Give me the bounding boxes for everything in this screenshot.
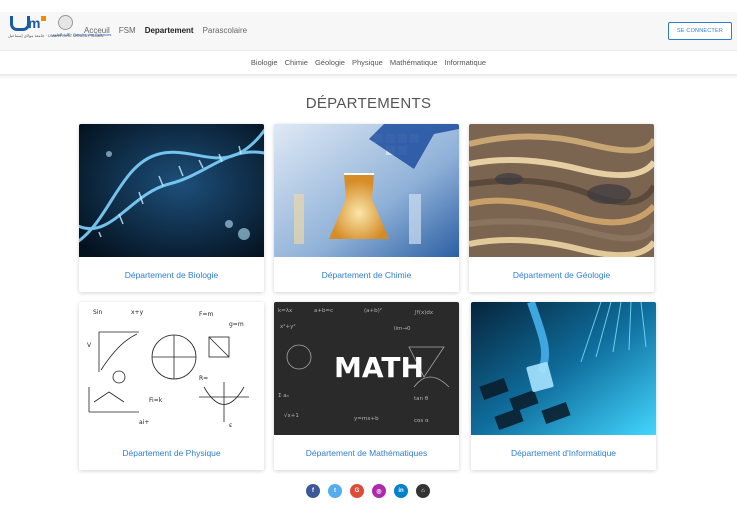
github-icon[interactable]: ⌂ [416,484,430,498]
svg-text:Σ aₙ: Σ aₙ [278,393,289,399]
linkedin-icon[interactable]: in [394,484,408,498]
svg-text:F=m: F=m [199,311,213,318]
card-physique[interactable]: Sin x+y F=m g=m R= Fi=k ai+ ε V Département de… [79,302,264,470]
twitter-icon[interactable]: t [328,484,342,498]
card-chimie[interactable]: Département de Chimie [274,124,459,292]
subnav-divider [0,74,737,79]
rock-strata-image[interactable] [469,124,654,257]
svg-text:R=: R= [199,375,208,382]
subnav-chimie[interactable]: Chimie [285,58,308,67]
svg-text:x²+y²: x²+y² [280,323,296,330]
card-caption-physique[interactable]: Département de Physique [79,435,264,470]
top-navbar: m جامعة مولاي إسماعيل · UNIVERSITÉ MOULA… [0,12,737,51]
main-nav: Acceuil FSM Departement Parascolaire [84,26,247,35]
subnav-mathematique[interactable]: Mathématique [390,58,438,67]
subnav-physique[interactable]: Physique [352,58,383,67]
svg-text:k=λx: k=λx [278,308,293,314]
nav-acceuil[interactable]: Acceuil [84,26,110,35]
card-informatique[interactable]: Département d'Informatique [471,302,656,470]
network-cable-image[interactable] [471,302,656,435]
subnav-biologie[interactable]: Biologie [251,58,278,67]
card-caption-geologie[interactable]: Département de Géologie [469,257,654,292]
nav-departement[interactable]: Departement [145,26,194,35]
svg-text:x+y: x+y [131,309,144,316]
svg-text:ε: ε [229,422,232,429]
card-caption-biologie[interactable]: Département de Biologie [79,257,264,292]
svg-text:g=m: g=m [229,321,244,328]
facebook-icon[interactable]: f [306,484,320,498]
svg-text:√x+1: √x+1 [284,412,299,419]
svg-text:Fi=k: Fi=k [149,397,163,404]
subnav-informatique[interactable]: Informatique [444,58,486,67]
svg-text:a+b=c: a+b=c [314,308,333,314]
svg-text:cos α: cos α [414,418,429,424]
google-icon[interactable]: G [350,484,364,498]
chemistry-flask-image[interactable] [274,124,459,257]
physics-sketch-image[interactable]: Sin x+y F=m g=m R= Fi=k ai+ ε V [79,302,264,435]
svg-text:tan θ: tan θ [414,396,429,402]
page-title: DÉPARTEMENTS [305,95,432,112]
card-caption-mathematiques[interactable]: Département de Mathématiques [274,435,459,470]
svg-text:ai+: ai+ [139,419,149,426]
card-mathematiques[interactable]: k=λx a+b=c (a+b)² ∫f(x)dx x²+y² lim→0 Σ aₙ ta… [274,302,459,470]
svg-text:Sin: Sin [93,309,102,316]
math-word: MATH [334,351,424,384]
nav-parascolaire[interactable]: Parascolaire [203,26,247,35]
card-geologie[interactable]: Département de Géologie [469,124,654,292]
card-caption-informatique[interactable]: Département d'Informatique [471,435,656,470]
um-logo[interactable]: m جامعة مولاي إسماعيل · UNIVERSITÉ MOULA… [8,16,104,46]
connect-button[interactable]: SE CONNECTER [668,22,732,40]
math-chalkboard-image[interactable]: k=λx a+b=c (a+b)² ∫f(x)dx x²+y² lim→0 Σ aₙ ta… [274,302,459,435]
card-caption-chimie[interactable]: Département de Chimie [274,257,459,292]
svg-text:(a+b)²: (a+b)² [364,307,382,314]
nav-fsm[interactable]: FSM [119,26,136,35]
card-biologie[interactable]: Département de Biologie [79,124,264,292]
department-subnav: Biologie Chimie Géologie Physique Mathém… [0,51,737,73]
fsm-logo[interactable]: كلية العلوم · Faculté des Sciences [52,15,111,45]
svg-text:∫f(x)dx: ∫f(x)dx [414,310,434,316]
svg-text:y=mx+b: y=mx+b [354,416,379,422]
svg-text:lim→0: lim→0 [394,326,411,332]
subnav-geologie[interactable]: Géologie [315,58,345,67]
dna-helix-image[interactable] [79,124,264,257]
instagram-icon[interactable]: ◎ [372,484,386,498]
